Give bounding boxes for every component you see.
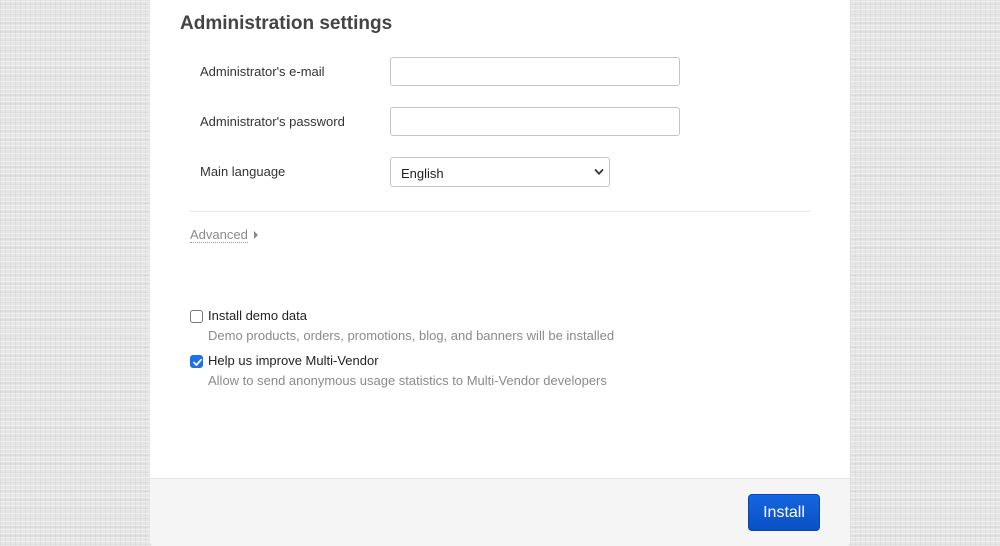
admin-email-input[interactable] — [390, 57, 680, 86]
caret-right-icon — [253, 231, 258, 239]
chevron-down-icon — [593, 165, 605, 179]
admin-password-input[interactable] — [390, 107, 680, 136]
help-improve-description: Allow to send anonymous usage statistics… — [208, 373, 607, 388]
main-language-select[interactable]: English — [390, 157, 610, 187]
section-title: Administration settings — [180, 13, 393, 34]
selected-language: English — [401, 166, 444, 181]
advanced-label: Advanced — [190, 227, 248, 243]
help-improve-label[interactable]: Help us improve Multi-Vendor — [208, 353, 379, 369]
advanced-toggle[interactable]: Advanced — [190, 227, 258, 243]
checkmark-icon — [193, 358, 202, 366]
install-demo-data-label[interactable]: Install demo data — [208, 308, 307, 324]
language-label: Main language — [200, 164, 286, 179]
install-button[interactable]: Install — [748, 494, 820, 531]
help-improve-checkbox[interactable] — [190, 355, 203, 368]
install-demo-data-description: Demo products, orders, promotions, blog,… — [208, 328, 615, 343]
install-demo-data-checkbox[interactable] — [190, 310, 203, 323]
password-label: Administrator's password — [200, 114, 345, 129]
section-divider — [190, 211, 810, 212]
admin-settings-panel: Administration settings Administrator's … — [150, 0, 850, 546]
email-label: Administrator's e-mail — [200, 64, 325, 79]
panel-footer: Install — [150, 478, 850, 546]
